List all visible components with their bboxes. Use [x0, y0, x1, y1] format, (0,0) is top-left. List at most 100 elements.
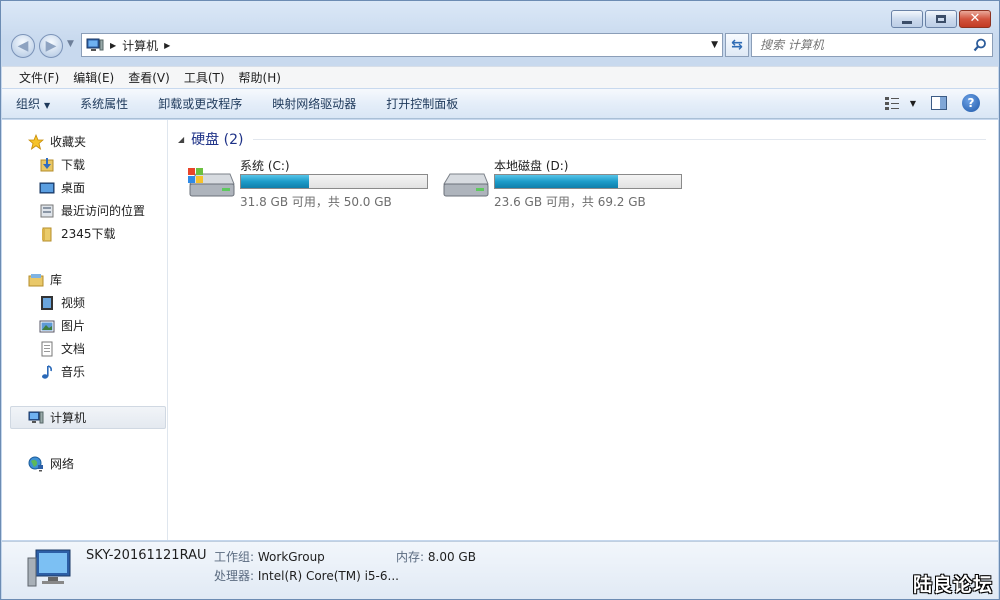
menu-tools[interactable]: 工具(T)	[177, 69, 232, 86]
refresh-button[interactable]: ⇆	[725, 33, 749, 57]
sidebar-item-recent-places[interactable]: 最近访问的位置	[2, 199, 167, 222]
window-controls: ✕	[891, 10, 991, 28]
drive-usage-bar	[494, 174, 682, 189]
arrow-right-icon: ▶	[45, 38, 57, 54]
close-button[interactable]: ✕	[959, 10, 991, 28]
drive-usage-bar	[240, 174, 428, 189]
system-properties-button[interactable]: 系统属性	[80, 95, 128, 112]
forward-button[interactable]: ▶	[39, 34, 63, 58]
folder-icon	[39, 226, 55, 242]
document-icon	[39, 341, 55, 357]
sidebar-label: 下载	[61, 158, 86, 172]
menu-help[interactable]: 帮助(H)	[232, 69, 288, 86]
sidebar-item-videos[interactable]: 视频	[2, 291, 167, 314]
minimize-button[interactable]	[891, 10, 923, 28]
sidebar-item-documents[interactable]: 文档	[2, 337, 167, 360]
chevron-down-icon: ▼	[44, 101, 51, 110]
open-control-panel-button[interactable]: 打开控制面板	[386, 95, 458, 112]
address-bar[interactable]: ▶ 计算机 ▶ ▼	[81, 33, 723, 57]
arrow-left-icon: ◀	[17, 38, 29, 54]
drive-c[interactable]: 系统 (C:) 31.8 GB 可用，共 50.0 GB	[186, 156, 436, 209]
sidebar-item-music[interactable]: 音乐	[2, 360, 167, 383]
hard-disk-group-header[interactable]: ◢ 硬盘 (2)	[176, 128, 986, 150]
processor-info: 处理器: Intel(R) Core(TM) i5-6...	[214, 567, 399, 584]
sidebar-item-pictures[interactable]: 图片	[2, 314, 167, 337]
sidebar-label: 文档	[61, 342, 86, 356]
workgroup-info: 工作组: WorkGroup	[214, 548, 325, 565]
minimize-icon	[902, 20, 912, 24]
menu-bar: 文件(F) 编辑(E) 查看(V) 工具(T) 帮助(H)	[2, 66, 998, 88]
breadcrumb-arrow-icon[interactable]: ▶	[164, 41, 170, 50]
recent-pages-dropdown[interactable]: ▼	[67, 39, 74, 49]
close-icon: ✕	[969, 11, 981, 26]
group-divider	[253, 138, 986, 140]
command-bar: 组织 ▼ 系统属性 卸载或更改程序 映射网络驱动器 打开控制面板 ▼ ?	[2, 89, 998, 119]
details-pane: SKY-20161121RAU 工作组: WorkGroup 内存: 8.00 …	[2, 541, 998, 599]
processor-label: 处理器:	[214, 569, 255, 583]
back-button[interactable]: ◀	[11, 34, 35, 58]
uninstall-program-button[interactable]: 卸载或更改程序	[158, 95, 242, 112]
sidebar-item-network[interactable]: 网络	[2, 452, 167, 475]
watermark: 陆良论坛	[912, 574, 993, 596]
network-icon	[28, 456, 44, 472]
menu-file[interactable]: 文件(F)	[12, 69, 66, 86]
downloads-folder-icon	[39, 157, 55, 173]
preview-pane-icon	[931, 96, 947, 110]
toolbar-right: ▼ ?	[884, 94, 980, 112]
sidebar-label: 图片	[61, 319, 86, 333]
sidebar-item-desktop[interactable]: 桌面	[2, 176, 167, 199]
view-options-icon	[884, 97, 899, 110]
workgroup-value: WorkGroup	[257, 550, 325, 564]
sidebar-label: 2345下载	[61, 227, 116, 241]
change-view-button[interactable]: ▼	[884, 95, 916, 111]
sidebar-label: 最近访问的位置	[61, 204, 146, 218]
desktop-icon	[39, 180, 55, 196]
maximize-button[interactable]	[925, 10, 957, 28]
recent-places-icon	[39, 203, 55, 219]
workgroup-label: 工作组:	[214, 550, 255, 564]
navigation-pane: 收藏夹 下载 桌面 最近访问的位置 2345下载 库 视频 图片 文档 音乐 计…	[2, 120, 168, 540]
sidebar-label: 计算机	[50, 411, 87, 425]
sidebar-label: 音乐	[61, 365, 86, 379]
address-dropdown-icon[interactable]: ▼	[711, 40, 718, 50]
collapse-triangle-icon[interactable]: ◢	[178, 135, 184, 144]
explorer-window: ✕ ◀ ▶ ▼ ▶ 计算机 ▶ ▼ ⇆ 文件(F)	[0, 0, 1000, 600]
breadcrumb-computer[interactable]: 计算机	[122, 37, 158, 54]
sidebar-item-computer[interactable]: 计算机	[10, 406, 166, 429]
sidebar-label: 收藏夹	[50, 135, 87, 149]
sidebar-item-2345-downloads[interactable]: 2345下载	[2, 222, 167, 245]
search-box[interactable]	[751, 33, 993, 57]
sidebar-label: 桌面	[61, 181, 86, 195]
content-area: 收藏夹 下载 桌面 最近访问的位置 2345下载 库 视频 图片 文档 音乐 计…	[2, 120, 998, 540]
processor-value: Intel(R) Core(TM) i5-6...	[257, 569, 399, 583]
chevron-down-icon[interactable]: ▼	[910, 99, 916, 108]
system-drive-icon	[188, 168, 235, 197]
drive-usage-fill	[495, 175, 618, 188]
drive-d[interactable]: 本地磁盘 (D:) 23.6 GB 可用，共 69.2 GB	[440, 156, 690, 209]
preview-pane-button[interactable]	[930, 95, 948, 111]
menu-view[interactable]: 查看(V)	[121, 69, 177, 86]
navigation-bar: ◀ ▶ ▼ ▶ 计算机 ▶ ▼ ⇆	[9, 33, 993, 59]
sidebar-label: 视频	[61, 296, 86, 310]
memory-info: 内存: 8.00 GB	[396, 548, 476, 565]
drive-name: 系统 (C:)	[240, 159, 290, 173]
menu-edit[interactable]: 编辑(E)	[66, 69, 121, 86]
drive-list: 系统 (C:) 31.8 GB 可用，共 50.0 GB 本地磁盘 (D:) 2…	[176, 150, 986, 230]
sidebar-item-favorites[interactable]: 收藏夹	[2, 130, 167, 153]
computer-name: SKY-20161121RAU	[86, 548, 207, 563]
drive-free-space: 23.6 GB 可用，共 69.2 GB	[494, 195, 646, 209]
help-button[interactable]: ?	[962, 94, 980, 112]
sidebar-label: 库	[50, 273, 63, 287]
search-icon[interactable]	[973, 38, 987, 52]
search-input[interactable]	[760, 38, 960, 52]
map-network-drive-button[interactable]: 映射网络驱动器	[272, 95, 356, 112]
favorites-group: 收藏夹 下载 桌面 最近访问的位置 2345下载	[2, 130, 167, 245]
memory-value: 8.00 GB	[427, 550, 476, 564]
organize-button[interactable]: 组织 ▼	[16, 95, 50, 112]
sidebar-item-downloads[interactable]: 下载	[2, 153, 167, 176]
breadcrumb-arrow-icon[interactable]: ▶	[110, 41, 116, 50]
sidebar-item-library[interactable]: 库	[2, 268, 167, 291]
